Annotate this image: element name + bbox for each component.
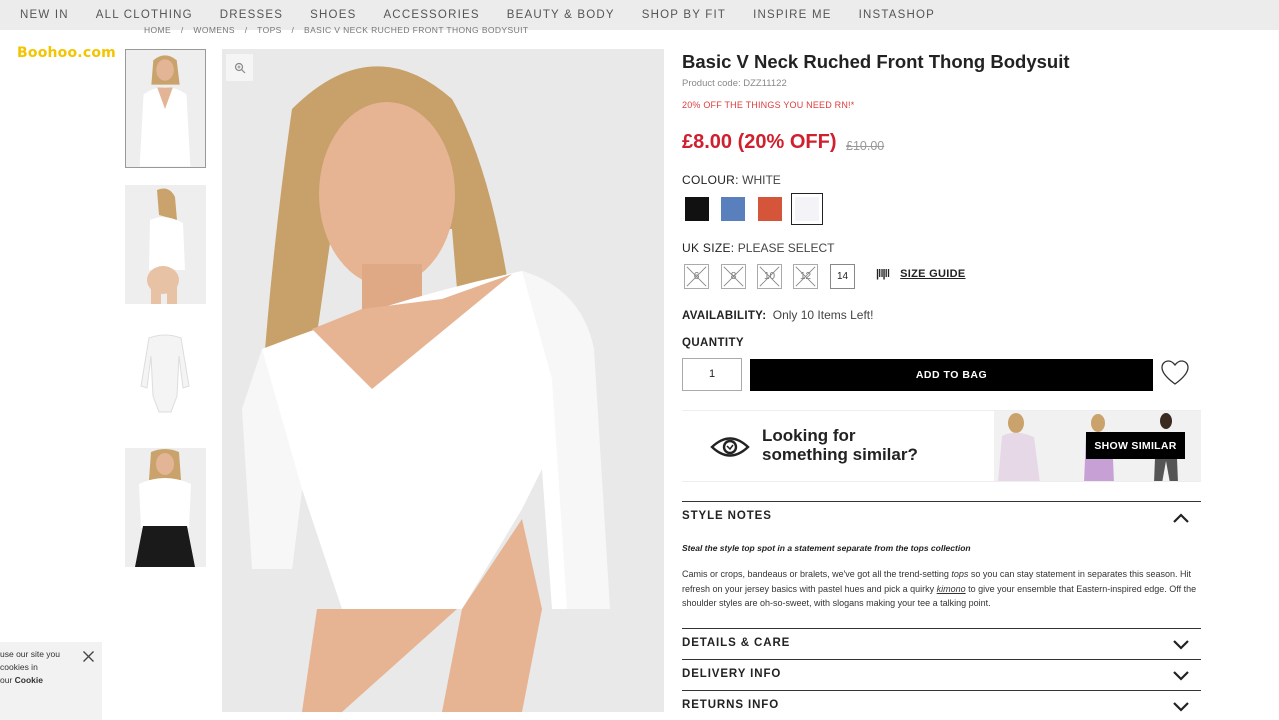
thumbnail-2[interactable] — [125, 185, 206, 304]
size-option-14[interactable]: 14 — [830, 264, 855, 289]
divider — [682, 501, 1201, 502]
breadcrumb-current: BASIC V NECK RUCHED FRONT THONG BODYSUIT — [304, 25, 529, 35]
availability-row: AVAILABILITY: Only 10 Items Left! — [682, 308, 873, 322]
size-label-row: UK SIZE: PLEASE SELECT — [682, 241, 834, 255]
returns-info-header[interactable]: RETURNS INFO — [682, 699, 779, 711]
thumbnail-3[interactable] — [125, 316, 206, 435]
details-care-header[interactable]: DETAILS & CARE — [682, 637, 790, 649]
heart-icon[interactable] — [1160, 359, 1190, 387]
nav-item-instashop[interactable]: INSTASHOP — [859, 9, 935, 21]
similar-heading-line-2: something similar? — [762, 445, 918, 464]
cookie-text: our — [0, 675, 15, 685]
colour-label-row: COLOUR: WHITE — [682, 173, 781, 187]
nav-item-inspire-me[interactable]: INSPIRE ME — [753, 9, 831, 21]
availability-label: AVAILABILITY: — [682, 310, 767, 322]
close-icon[interactable] — [82, 650, 95, 663]
style-notes-body: Camis or crops, bandeaus or bralets, we'… — [682, 567, 1202, 611]
cookie-notice: use our site you cookies in our Cookie — [0, 642, 102, 720]
add-to-bag-button[interactable]: ADD TO BAG — [750, 359, 1153, 391]
breadcrumb-womens[interactable]: WOMENS — [193, 25, 235, 35]
size-option-label: 14 — [836, 271, 849, 282]
kimono-link[interactable]: kimono — [937, 584, 966, 594]
nav-item-shoes[interactable]: SHOES — [310, 9, 356, 21]
nav-item-new-in[interactable]: NEW IN — [20, 9, 69, 21]
nav-item-dresses[interactable]: DRESSES — [220, 9, 283, 21]
size-guide-label: SIZE GUIDE — [900, 268, 966, 280]
cookie-text-line-3: our Cookie — [0, 674, 102, 687]
size-option-8[interactable]: 8 — [721, 264, 746, 289]
delivery-info-header[interactable]: DELIVERY INFO — [682, 668, 781, 680]
similar-heading-line-1: Looking for — [762, 426, 856, 445]
cookie-policy-link[interactable]: Cookie — [15, 675, 43, 685]
promo-text[interactable]: 20% OFF THE THINGS YOU NEED RN!* — [682, 100, 854, 110]
divider — [682, 628, 1201, 629]
sale-price: £8.00 (20% OFF) — [682, 131, 837, 153]
ruler-icon: |‖|‖ — [876, 268, 890, 280]
quantity-input[interactable]: 1 — [682, 358, 742, 391]
style-notes-text: tops — [951, 569, 969, 579]
breadcrumb: HOME / WOMENS / TOPS / BASIC V NECK RUCH… — [144, 25, 535, 35]
thumbnail-image — [126, 50, 205, 167]
thumbnail-image — [125, 185, 206, 304]
chevron-down-icon[interactable] — [1172, 638, 1190, 650]
original-price: £10.00 — [846, 139, 885, 153]
nav-item-beauty-body[interactable]: BEAUTY & BODY — [507, 9, 615, 21]
breadcrumb-tops[interactable]: TOPS — [257, 25, 282, 35]
size-label: UK SIZE: — [682, 241, 735, 255]
divider — [682, 659, 1201, 660]
main-product-image[interactable] — [222, 49, 664, 712]
style-notes-lead: Steal the style top spot in a statement … — [682, 543, 971, 553]
similar-heading: Looking for something similar? — [762, 426, 918, 464]
chevron-down-icon[interactable] — [1172, 669, 1190, 681]
thumbnail-image — [125, 448, 206, 567]
chevron-up-icon[interactable] — [1172, 512, 1190, 524]
quantity-label: QUANTITY — [682, 337, 744, 349]
product-photo — [222, 49, 664, 712]
unavailable-cross-icon — [795, 266, 816, 287]
unavailable-cross-icon — [686, 266, 707, 287]
thumbnail-image — [125, 316, 206, 435]
size-guide-link[interactable]: |‖|‖ SIZE GUIDE — [876, 268, 966, 280]
style-notes-header[interactable]: STYLE NOTES — [682, 510, 772, 522]
show-similar-button[interactable]: SHOW SIMILAR — [1086, 432, 1185, 459]
breadcrumb-home[interactable]: HOME — [144, 25, 171, 35]
size-option-6[interactable]: 6 — [684, 264, 709, 289]
size-option-12[interactable]: 12 — [793, 264, 818, 289]
divider — [682, 690, 1201, 691]
colour-swatch-blue[interactable] — [721, 197, 745, 221]
availability-value: Only 10 Items Left! — [772, 308, 874, 322]
style-notes-text: Camis or crops, bandeaus or bralets, we'… — [682, 569, 952, 579]
product-code: Product code: DZZ11122 — [682, 78, 787, 89]
breadcrumb-separator: / — [180, 25, 184, 35]
nav-item-shop-by-fit[interactable]: SHOP BY FIT — [642, 9, 726, 21]
zoom-icon[interactable] — [226, 54, 253, 81]
chevron-down-icon[interactable] — [1172, 700, 1190, 712]
thumbnail-4[interactable] — [125, 448, 206, 567]
colour-swatch-white[interactable] — [791, 193, 823, 225]
breadcrumb-separator: / — [291, 25, 295, 35]
nav-item-all-clothing[interactable]: ALL CLOTHING — [96, 9, 193, 21]
unavailable-cross-icon — [723, 266, 744, 287]
breadcrumb-separator: / — [244, 25, 248, 35]
eye-icon — [710, 437, 750, 457]
nav-item-accessories[interactable]: ACCESSORIES — [383, 9, 479, 21]
size-value: PLEASE SELECT — [737, 241, 835, 255]
size-option-10[interactable]: 10 — [757, 264, 782, 289]
brand-logo[interactable]: Boohoo.com — [17, 45, 116, 61]
product-title: Basic V Neck Ruched Front Thong Bodysuit — [682, 51, 1070, 72]
unavailable-cross-icon — [759, 266, 780, 287]
colour-swatch-black[interactable] — [685, 197, 709, 221]
colour-value: WHITE — [742, 173, 781, 187]
colour-swatch-rust[interactable] — [758, 197, 782, 221]
colour-label: COLOUR: — [682, 173, 739, 187]
thumbnail-1[interactable] — [125, 49, 206, 168]
